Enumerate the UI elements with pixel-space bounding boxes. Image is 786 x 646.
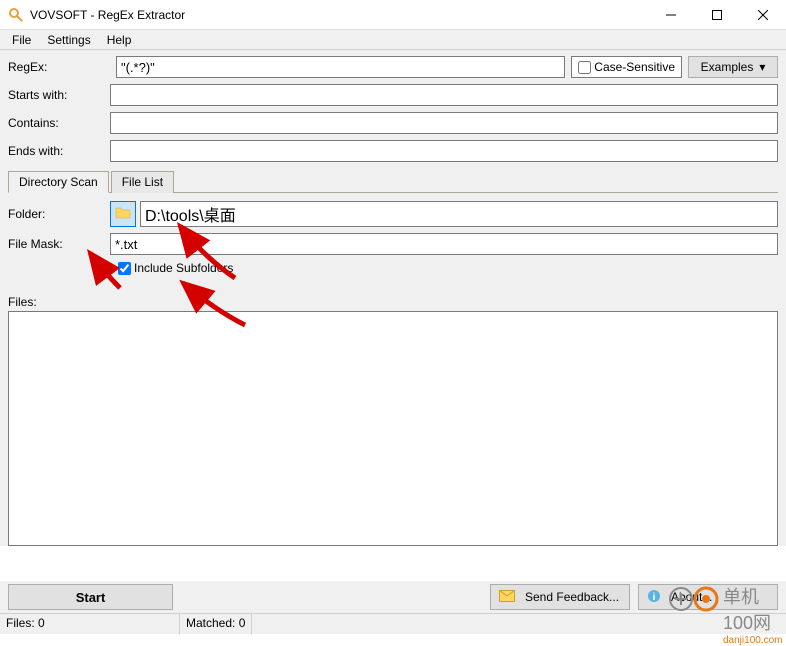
ends-with-input[interactable] xyxy=(110,140,778,162)
folder-label: Folder: xyxy=(8,207,110,221)
watermark-url: danji100.com xyxy=(723,635,782,646)
menubar: File Settings Help xyxy=(0,30,786,50)
tab-panel-directory-scan: Folder: File Mask: Include Subfolders xyxy=(8,193,778,281)
files-list[interactable] xyxy=(8,311,778,546)
case-sensitive-label: Case-Sensitive xyxy=(594,60,675,74)
status-matched: Matched: 0 xyxy=(180,614,252,634)
contains-input[interactable] xyxy=(110,112,778,134)
tab-file-list[interactable]: File List xyxy=(111,171,174,193)
send-feedback-label: Send Feedback... xyxy=(525,590,619,604)
file-mask-label: File Mask: xyxy=(8,237,110,251)
titlebar: VOVSOFT - RegEx Extractor xyxy=(0,0,786,30)
tabs: Directory Scan File List xyxy=(8,170,778,193)
files-label: Files: xyxy=(8,295,778,309)
ends-with-label: Ends with: xyxy=(8,144,110,158)
envelope-icon xyxy=(499,590,515,605)
minimize-button[interactable] xyxy=(648,0,694,30)
case-sensitive-input[interactable] xyxy=(578,61,591,74)
menu-help[interactable]: Help xyxy=(99,31,140,49)
window-title: VOVSOFT - RegEx Extractor xyxy=(30,8,648,22)
examples-button[interactable]: Examples ▾ xyxy=(688,56,778,78)
close-button[interactable] xyxy=(740,0,786,30)
dropdown-arrow-icon: ▾ xyxy=(759,60,765,74)
send-feedback-button[interactable]: Send Feedback... xyxy=(490,584,630,610)
start-button[interactable]: Start xyxy=(8,584,173,610)
svg-text:i: i xyxy=(653,592,656,603)
contains-label: Contains: xyxy=(8,116,110,130)
include-subfolders-checkbox[interactable] xyxy=(118,262,131,275)
folder-input[interactable] xyxy=(140,201,778,227)
bottom-bar: Start Send Feedback... i About... xyxy=(0,581,786,613)
about-button[interactable]: i About... xyxy=(638,584,778,610)
tab-directory-scan[interactable]: Directory Scan xyxy=(8,171,109,193)
regex-input[interactable] xyxy=(116,56,565,78)
menu-file[interactable]: File xyxy=(4,31,39,49)
menu-settings[interactable]: Settings xyxy=(39,31,98,49)
case-sensitive-checkbox[interactable]: Case-Sensitive xyxy=(571,56,682,78)
starts-with-label: Starts with: xyxy=(8,88,110,102)
app-icon xyxy=(8,7,24,23)
examples-label: Examples xyxy=(701,60,754,74)
maximize-button[interactable] xyxy=(694,0,740,30)
about-label: About... xyxy=(671,590,712,604)
browse-folder-button[interactable] xyxy=(110,201,136,227)
include-subfolders-label: Include Subfolders xyxy=(134,261,233,275)
file-mask-input[interactable] xyxy=(110,233,778,255)
starts-with-input[interactable] xyxy=(110,84,778,106)
regex-label: RegEx: xyxy=(8,60,110,74)
folder-icon xyxy=(115,206,131,223)
status-files: Files: 0 xyxy=(0,614,180,634)
info-icon: i xyxy=(647,589,661,606)
statusbar: Files: 0 Matched: 0 xyxy=(0,613,786,634)
